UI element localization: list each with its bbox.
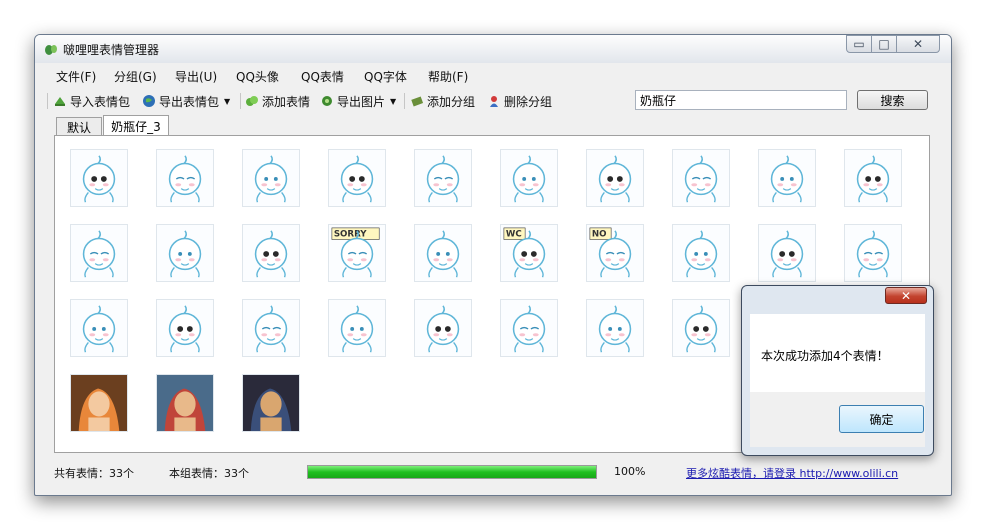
emoticon-thumbnail[interactable] — [156, 374, 214, 432]
emoticon-thumbnail[interactable] — [414, 299, 472, 357]
emoticon-thumbnail[interactable] — [242, 224, 300, 282]
emoticon-thumbnail[interactable] — [672, 149, 730, 207]
tab-default[interactable]: 默认 — [56, 117, 102, 137]
add-leaf-icon — [246, 96, 258, 106]
svg-text:NO: NO — [592, 230, 607, 240]
menu-file[interactable]: 文件(F) — [56, 68, 96, 85]
emoticon-thumbnail[interactable] — [672, 299, 730, 357]
emoticon-thumbnail[interactable]: NO — [586, 224, 644, 282]
import-icon — [55, 97, 65, 106]
export-pack-label: 导出表情包 — [159, 94, 220, 109]
emoticon-thumbnail[interactable] — [844, 149, 902, 207]
group-count: 本组表情：33个 — [169, 467, 249, 480]
export-image-label: 导出图片 — [337, 94, 386, 109]
dropdown-arrow-icon[interactable]: ▼ — [390, 97, 396, 106]
dialog-close-button[interactable]: ✕ — [885, 287, 927, 304]
emoticon-thumbnail[interactable] — [328, 149, 386, 207]
menu-qq-emoticon[interactable]: QQ表情 — [301, 68, 344, 85]
title-bar[interactable]: 啵哩哩表情管理器 ▭ □ ✕ — [35, 35, 951, 63]
progress-label: 100% — [614, 465, 646, 478]
emoticon-thumbnail[interactable] — [242, 374, 300, 432]
toolbar-separator — [404, 93, 405, 109]
close-button[interactable]: ✕ — [896, 35, 940, 53]
export-pack-button[interactable]: 导出表情包 ▼ — [142, 92, 230, 110]
menu-group[interactable]: 分组(G) — [114, 68, 157, 85]
emoticon-thumbnail[interactable] — [414, 224, 472, 282]
emoticon-thumbnail[interactable] — [70, 224, 128, 282]
website-link[interactable]: 更多炫酷表情，请登录 http://www.olili.cn — [686, 465, 898, 481]
toolbar-grip — [47, 93, 48, 109]
emoticon-thumbnail[interactable] — [672, 224, 730, 282]
success-dialog: ✕ 本次成功添加4个表情！ 确定 — [741, 285, 934, 456]
emoticon-thumbnail[interactable] — [70, 149, 128, 207]
emoticon-thumbnail[interactable] — [156, 149, 214, 207]
emoticon-thumbnail[interactable] — [586, 299, 644, 357]
import-pack-label: 导入表情包 — [70, 94, 131, 109]
add-group-icon — [411, 96, 424, 107]
emoticon-thumbnail[interactable] — [758, 224, 816, 282]
window-title: 啵哩哩表情管理器 — [63, 43, 160, 57]
search-input[interactable] — [635, 90, 847, 110]
svg-text:WC: WC — [506, 230, 522, 240]
app-logo-icon — [45, 45, 57, 55]
toolbar-separator — [240, 93, 241, 109]
emoticon-thumbnail[interactable] — [156, 224, 214, 282]
dialog-message: 本次成功添加4个表情！ — [761, 349, 889, 363]
dropdown-arrow-icon[interactable]: ▼ — [224, 97, 230, 106]
emoticon-thumbnail[interactable] — [500, 149, 558, 207]
menu-qq-font[interactable]: QQ字体 — [364, 68, 407, 85]
total-count: 共有表情：33个 — [54, 467, 134, 480]
emoticon-thumbnail[interactable]: SORRY — [328, 224, 386, 282]
delete-group-icon — [490, 96, 498, 107]
dialog-body: 本次成功添加4个表情！ — [750, 314, 925, 392]
emoticon-thumbnail[interactable] — [328, 299, 386, 357]
maximize-icon: □ — [878, 37, 890, 51]
close-icon: ✕ — [912, 37, 924, 51]
emoticon-thumbnail[interactable] — [500, 299, 558, 357]
progress-fill — [308, 466, 596, 478]
add-group-label: 添加分组 — [427, 94, 476, 109]
menu-qq-avatar[interactable]: QQ头像 — [236, 68, 279, 85]
emoticon-thumbnail[interactable] — [844, 224, 902, 282]
add-emoticon-label: 添加表情 — [262, 94, 311, 109]
delete-group-button[interactable]: 删除分组 — [487, 92, 552, 110]
tab-naipingzai-3[interactable]: 奶瓶仔_3 — [103, 115, 169, 137]
add-group-button[interactable]: 添加分组 — [410, 92, 475, 110]
emoticon-thumbnail[interactable] — [758, 149, 816, 207]
emoticon-thumbnail[interactable]: WC — [500, 224, 558, 282]
menu-export[interactable]: 导出(U) — [175, 68, 217, 85]
progress-bar — [307, 465, 597, 479]
ok-button[interactable]: 确定 — [839, 405, 924, 433]
minimize-icon: ▭ — [853, 37, 865, 51]
emoticon-thumbnail[interactable] — [70, 374, 128, 432]
menu-bar: 文件(F) 分组(G) 导出(U) QQ头像 QQ表情 QQ字体 帮助(F) — [35, 65, 951, 85]
emoticon-thumbnail[interactable] — [156, 299, 214, 357]
minimize-button[interactable]: ▭ — [846, 35, 872, 53]
emoticon-thumbnail[interactable] — [242, 149, 300, 207]
export-image-button[interactable]: 导出图片 ▼ — [320, 92, 396, 110]
export-image-icon — [322, 96, 332, 106]
menu-help[interactable]: 帮助(F) — [428, 68, 468, 85]
emoticon-thumbnail[interactable] — [70, 299, 128, 357]
add-emoticon-button[interactable]: 添加表情 — [245, 92, 310, 110]
delete-group-label: 删除分组 — [504, 94, 553, 109]
maximize-button[interactable]: □ — [871, 35, 897, 53]
close-icon: ✕ — [900, 288, 912, 303]
emoticon-thumbnail[interactable] — [242, 299, 300, 357]
emoticon-thumbnail[interactable] — [586, 149, 644, 207]
dialog-footer: 确定 — [750, 392, 925, 447]
import-pack-button[interactable]: 导入表情包 — [53, 92, 130, 110]
emoticon-thumbnail[interactable] — [414, 149, 472, 207]
svg-text:SORRY: SORRY — [334, 230, 367, 240]
export-globe-icon — [143, 95, 155, 107]
search-button[interactable]: 搜索 — [857, 90, 928, 110]
